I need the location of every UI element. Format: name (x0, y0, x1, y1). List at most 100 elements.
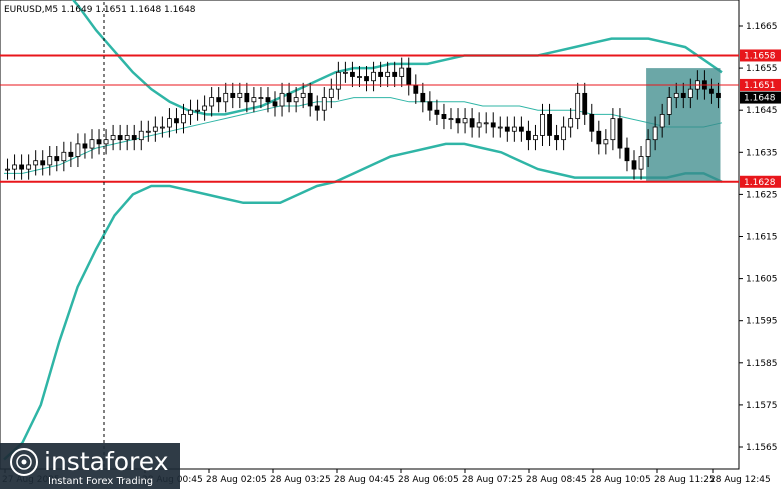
candle-body (490, 122, 496, 128)
candle-body (434, 109, 440, 115)
candle-body (54, 156, 60, 162)
candle-body (286, 92, 292, 103)
candle-body (12, 164, 17, 170)
candle-body (230, 92, 236, 98)
candle-body (554, 135, 559, 141)
x-tick-label: 28 Aug 11:25 (654, 475, 715, 485)
candle-body (19, 164, 24, 170)
candle-body (589, 114, 595, 132)
y-tick-label: 1.1605 (746, 275, 778, 285)
brand-tagline: Instant Forex Trading (48, 476, 153, 487)
candle-body (371, 71, 376, 82)
candle-body (631, 160, 637, 170)
plot-area (0, 0, 740, 470)
candle-body (420, 92, 426, 103)
x-tick-label: 28 Aug 06:05 (398, 475, 459, 485)
candle-body (328, 88, 334, 98)
candle-body (314, 105, 320, 111)
candle-body (568, 118, 574, 128)
candle-body (265, 97, 271, 103)
candle-body (483, 122, 489, 125)
candle-body (40, 160, 46, 166)
candle-body (223, 92, 229, 103)
candle-body (124, 135, 130, 141)
candle-body (110, 135, 116, 141)
candle-body (709, 88, 714, 94)
candle-body (575, 92, 581, 120)
candle-body (251, 97, 257, 103)
candle-body (385, 71, 391, 77)
level-label: 1.1658 (744, 51, 776, 61)
candle-body (364, 76, 369, 82)
candle-body (357, 76, 362, 78)
candle-body (378, 71, 383, 77)
candle-body (716, 92, 721, 98)
candle-body (441, 114, 447, 120)
candle-body (504, 126, 510, 132)
candle-body (406, 67, 412, 86)
y-tick-label: 1.1635 (746, 148, 778, 158)
candle-body (476, 122, 482, 128)
x-tick-label: 28 Aug 02:05 (206, 475, 267, 485)
candle-body (321, 97, 327, 111)
candle-body (335, 71, 341, 90)
y-tick-label: 1.1665 (746, 22, 778, 32)
candle-body (272, 101, 278, 107)
candle-body (181, 114, 186, 124)
candle-body (469, 118, 475, 128)
x-tick-label: 28 Aug 03:25 (270, 475, 331, 485)
candle-body (159, 126, 165, 129)
y-tick-label: 1.1625 (746, 190, 778, 200)
candle-body (33, 160, 39, 166)
candle-body (293, 97, 299, 103)
candle-body (448, 118, 454, 121)
candle-body (540, 114, 545, 136)
y-tick-label: 1.1595 (746, 317, 778, 327)
x-tick-label: 28 Aug 08:45 (526, 475, 587, 485)
candle-body (582, 92, 588, 115)
candle-body (307, 92, 313, 107)
candle-body (195, 109, 200, 112)
candle-body (216, 97, 222, 103)
candle-body (652, 126, 658, 141)
candle-body (300, 92, 306, 98)
x-tick-label: 28 Aug 07:25 (462, 475, 523, 485)
candle-body (350, 71, 355, 77)
y-tick-label: 1.1565 (746, 443, 778, 453)
level-label: 1.1628 (744, 178, 776, 188)
x-tick-label: 28 Aug 04:45 (334, 475, 395, 485)
candle-body (518, 126, 524, 132)
candle-body (237, 92, 243, 98)
candle-body (138, 130, 144, 141)
candle-body (638, 156, 644, 170)
candle-body (188, 109, 193, 115)
candle-body (687, 88, 693, 98)
candle-body (399, 67, 405, 77)
candle-body (392, 71, 398, 77)
candle-body (462, 118, 468, 124)
candle-body (131, 135, 137, 141)
candle-body (75, 143, 81, 157)
y-tick-label: 1.1575 (746, 401, 778, 411)
candle-body (561, 126, 567, 141)
candle-body (258, 97, 264, 99)
candle-body (533, 135, 538, 141)
x-tick-label: 28 Aug 12:45 (710, 475, 771, 485)
candle-body (659, 114, 665, 128)
candle-body (174, 118, 179, 124)
y-tick-label: 1.1645 (746, 106, 778, 116)
candle-body (279, 92, 285, 107)
candle-body (209, 97, 215, 107)
candle-body (455, 118, 461, 124)
x-tick-label: 28 Aug 10:05 (590, 475, 651, 485)
price-chart: 1.1658 1.1628 1.1651 1.1648 1.1665 1.1655 1.1… (0, 0, 781, 489)
candle-body (624, 147, 630, 162)
candle-body (68, 151, 74, 157)
candle-body (244, 92, 250, 103)
candle-body (145, 130, 151, 133)
candle-body (96, 139, 102, 145)
candle-body (5, 168, 10, 171)
candle-body (666, 97, 672, 115)
y-tick-label: 1.1655 (746, 64, 778, 74)
candle-body (167, 118, 172, 128)
